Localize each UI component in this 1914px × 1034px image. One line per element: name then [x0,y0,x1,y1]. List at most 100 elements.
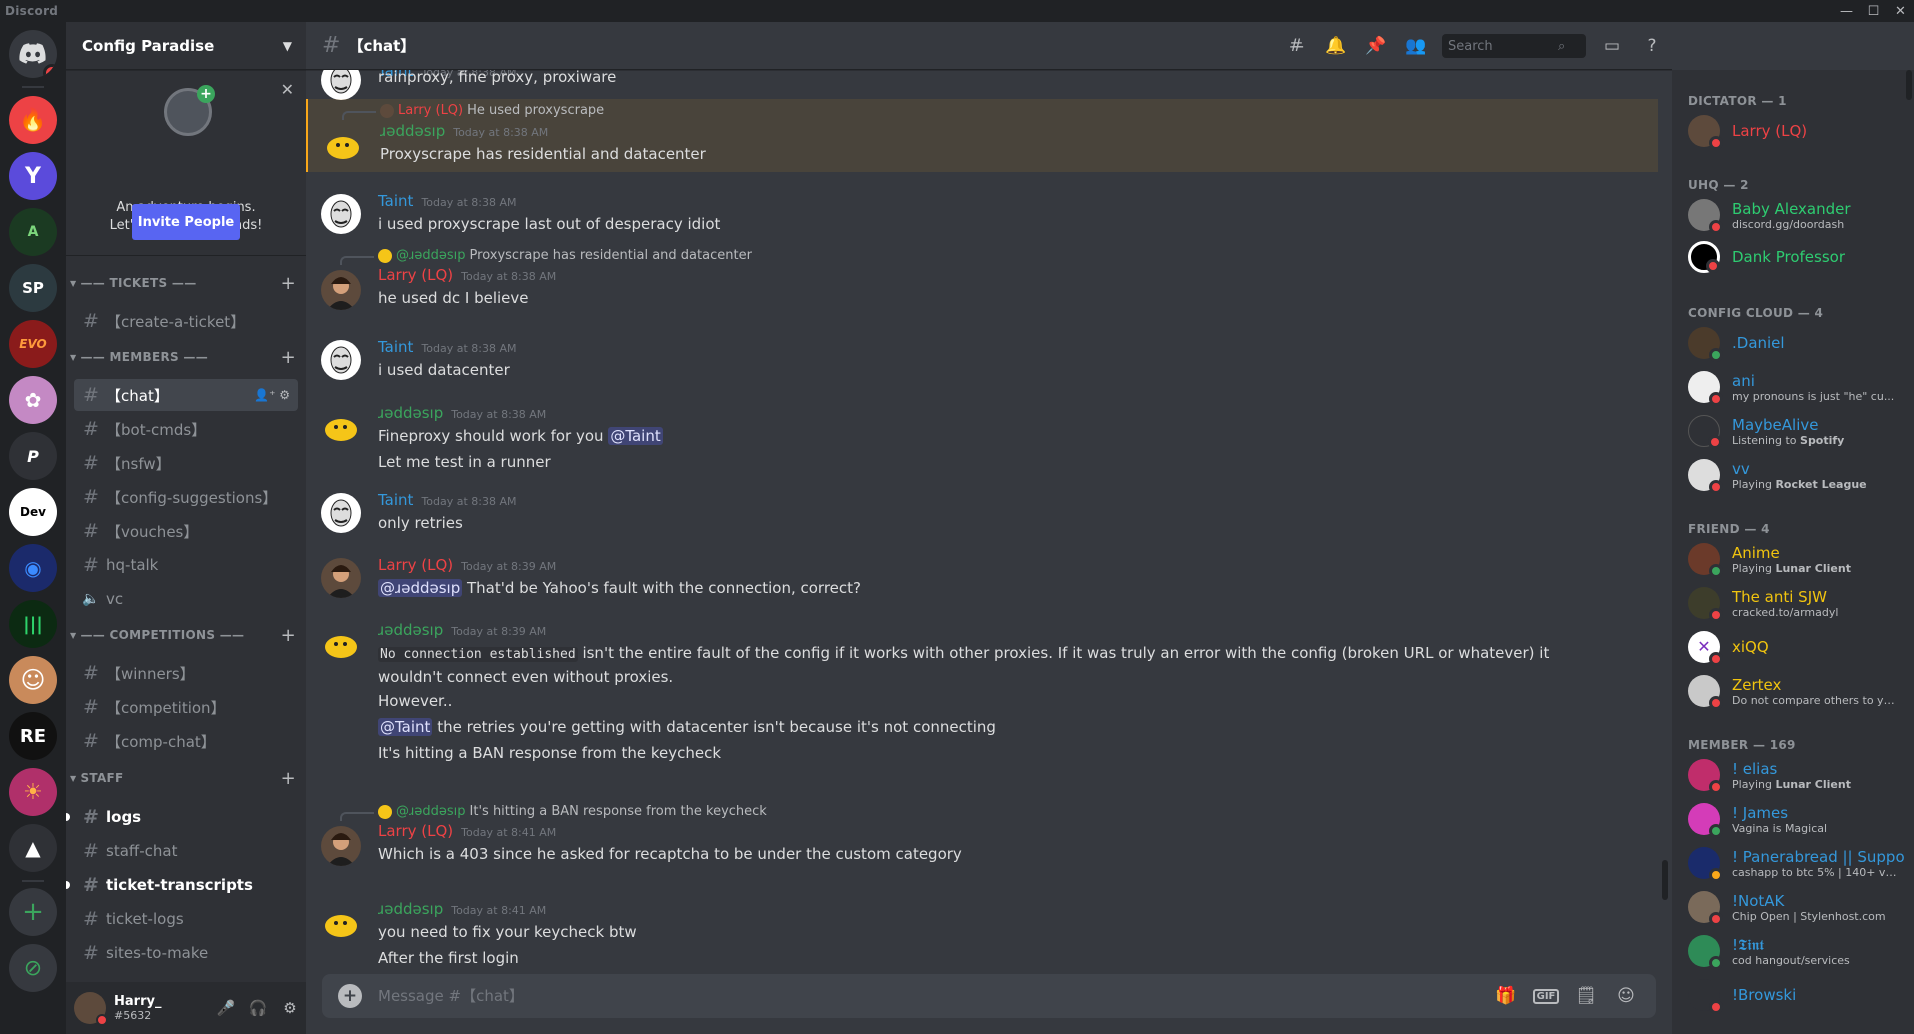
message-author[interactable]: Taint [378,491,413,509]
add-attachment-icon[interactable]: + [338,984,362,1008]
member-daniel[interactable]: .Daniel [1680,322,1904,364]
guild-header[interactable]: Config Paradise ▼ [66,22,306,70]
server-icon-triangle[interactable]: ▲ [9,824,57,872]
gift-icon[interactable]: 🎁 [1486,974,1526,1018]
server-icon-evo[interactable]: EVO [9,320,57,368]
search-box[interactable]: ⌕ [1442,34,1586,58]
member-anti-sjw[interactable]: The anti SJW cracked.to/armadyl [1680,582,1904,624]
member-elias[interactable]: ! elias Playing Lunar Client [1680,754,1904,796]
reply-preview[interactable]: @ɹəddəsıp Proxyscrape has residential an… [378,248,752,263]
create-channel-icon[interactable]: + [281,347,296,368]
member-larry[interactable]: Larry (LQ) [1680,110,1904,152]
add-server-button[interactable]: + [9,888,57,936]
search-input[interactable] [1448,38,1558,54]
message-author[interactable]: ɹəddəsıp [378,900,443,918]
sticker-icon[interactable]: 🗒 [1566,974,1606,1018]
member-tint[interactable]: !𝕿𝖎𝖓𝖙 cod hangout/services [1680,930,1904,972]
category-competitions[interactable]: ▼ —— COMPETITIONS —— + [66,625,306,646]
server-icon-blue[interactable]: ◉ [9,544,57,592]
avatar[interactable] [321,558,361,598]
member-anime[interactable]: Anime Playing Lunar Client [1680,538,1904,580]
avatar[interactable] [321,826,361,866]
member-list-scrollbar[interactable] [1906,70,1912,100]
avatar[interactable] [321,70,361,100]
channel-nsfw[interactable]: # 【nsfw】 [74,447,298,479]
channel-hq-talk[interactable]: # hq-talk [74,549,298,581]
gear-icon[interactable]: ⚙ [274,992,306,1024]
channel-winners[interactable]: # 【winners】 [74,657,298,689]
avatar[interactable] [323,124,363,164]
help-icon[interactable]: ? [1632,22,1672,70]
threads-icon[interactable]: #̶ [1276,22,1316,70]
member-ani[interactable]: ani my pronouns is just "he" cu... [1680,366,1904,408]
member-dank-professor[interactable]: Dank Professor [1680,236,1904,278]
user-mention[interactable]: @Taint [608,427,663,445]
member-browski[interactable]: !Browski [1680,974,1904,1016]
avatar[interactable] [74,992,108,1026]
server-icon-face[interactable]: ☺ [9,656,57,704]
avatar[interactable] [321,902,361,942]
member-vv[interactable]: vv Playing Rocket League [1680,454,1904,496]
create-channel-icon[interactable]: + [281,273,296,294]
emoji-icon[interactable]: ☺ [1606,974,1646,1018]
minimize-button[interactable]: — [1833,0,1860,22]
server-icon-y[interactable]: Y [9,152,57,200]
chat-scrollbar[interactable] [1658,70,1672,970]
create-channel-icon[interactable]: + [281,768,296,789]
voice-channel-vc[interactable]: 🔈 vc [74,583,298,615]
message-author[interactable]: Taint [378,192,413,210]
message-author[interactable]: ɹəddəsıp [378,404,443,422]
channel-ticket-logs[interactable]: # ticket-logs [74,903,298,935]
channel-sites-to-make[interactable]: # sites-to-make [74,937,298,969]
avatar[interactable] [321,340,361,380]
channel-comp-chat[interactable]: # 【comp-chat】 [74,725,298,757]
avatar[interactable] [321,194,361,234]
user-mention[interactable]: @ɹəddəsıp [378,579,463,597]
create-channel-icon[interactable]: + [281,625,296,646]
member-zertex[interactable]: Zertex Do not compare others to your... [1680,670,1904,712]
channel-vouches[interactable]: # 【vouches】 [74,515,298,547]
message-input[interactable] [378,987,1486,1005]
microphone-icon[interactable]: 🎤 [210,992,242,1024]
server-icon-bars[interactable]: ||| [9,600,57,648]
headphones-icon[interactable]: 🎧 [242,992,274,1024]
pin-icon[interactable]: 📌 [1356,22,1396,70]
close-button[interactable]: ✕ [1887,0,1914,22]
channel-config-suggestions[interactable]: # 【config-suggestions】 [74,481,298,513]
home-button[interactable]: 4 [9,30,57,78]
message-author[interactable]: ɹəddəsıp [378,621,443,639]
user-mention[interactable]: @Taint [378,718,433,736]
channel-staff-chat[interactable]: # staff-chat [74,835,298,867]
category-tickets[interactable]: ▼ —— TICKETS —— + [66,273,306,294]
server-icon-dev[interactable]: Dev [9,488,57,536]
category-staff[interactable]: ▼ STAFF + [66,768,306,789]
member-panerabread[interactable]: ! Panerabread || Support cashapp to btc … [1680,842,1904,884]
member-maybealive[interactable]: MaybeAlive Listening to Spotify [1680,410,1904,452]
server-icon-sp[interactable]: SP [9,264,57,312]
message-author[interactable]: Larry (LQ) [378,822,453,840]
explore-servers-button[interactable]: ⊘ [9,944,57,992]
channel-bot-cmds[interactable]: # 【bot-cmds】 [74,413,298,445]
member-james[interactable]: ! James Vagina is Magical [1680,798,1904,840]
server-icon-re[interactable]: RE [9,712,57,760]
server-icon-sunset[interactable]: ☀ [9,768,57,816]
maximize-button[interactable]: ☐ [1860,0,1887,22]
member-list-icon[interactable]: 👥 [1396,22,1436,70]
channel-ticket-transcripts[interactable]: # ticket-transcripts [66,869,298,901]
server-icon-p[interactable]: P [9,432,57,480]
message-author[interactable]: ɹəddəsıp [380,122,445,140]
server-icon-anime[interactable]: ✿ [9,376,57,424]
channel-create-a-ticket[interactable]: # 【create-a-ticket】 [74,305,298,337]
server-icon-astroz[interactable]: A [9,208,57,256]
invite-and-settings-icons[interactable]: 👤⁺ ⚙ [254,388,290,402]
bell-icon[interactable]: 🔔 [1316,22,1356,70]
member-notak[interactable]: !NotAK Chip Open | Stylenhost.com [1680,886,1904,928]
reply-preview[interactable]: @ɹəddəsıp It's hitting a BAN response fr… [378,804,767,819]
gif-button[interactable]: GIF [1526,974,1566,1018]
avatar[interactable] [321,623,361,663]
avatar[interactable] [321,270,361,310]
member-baby-alexander[interactable]: Baby Alexander discord.gg/doordash [1680,194,1904,236]
message-author[interactable]: Larry (LQ) [378,556,453,574]
close-icon[interactable]: ✕ [281,80,294,99]
channel-competition[interactable]: # 【competition】 [74,691,298,723]
